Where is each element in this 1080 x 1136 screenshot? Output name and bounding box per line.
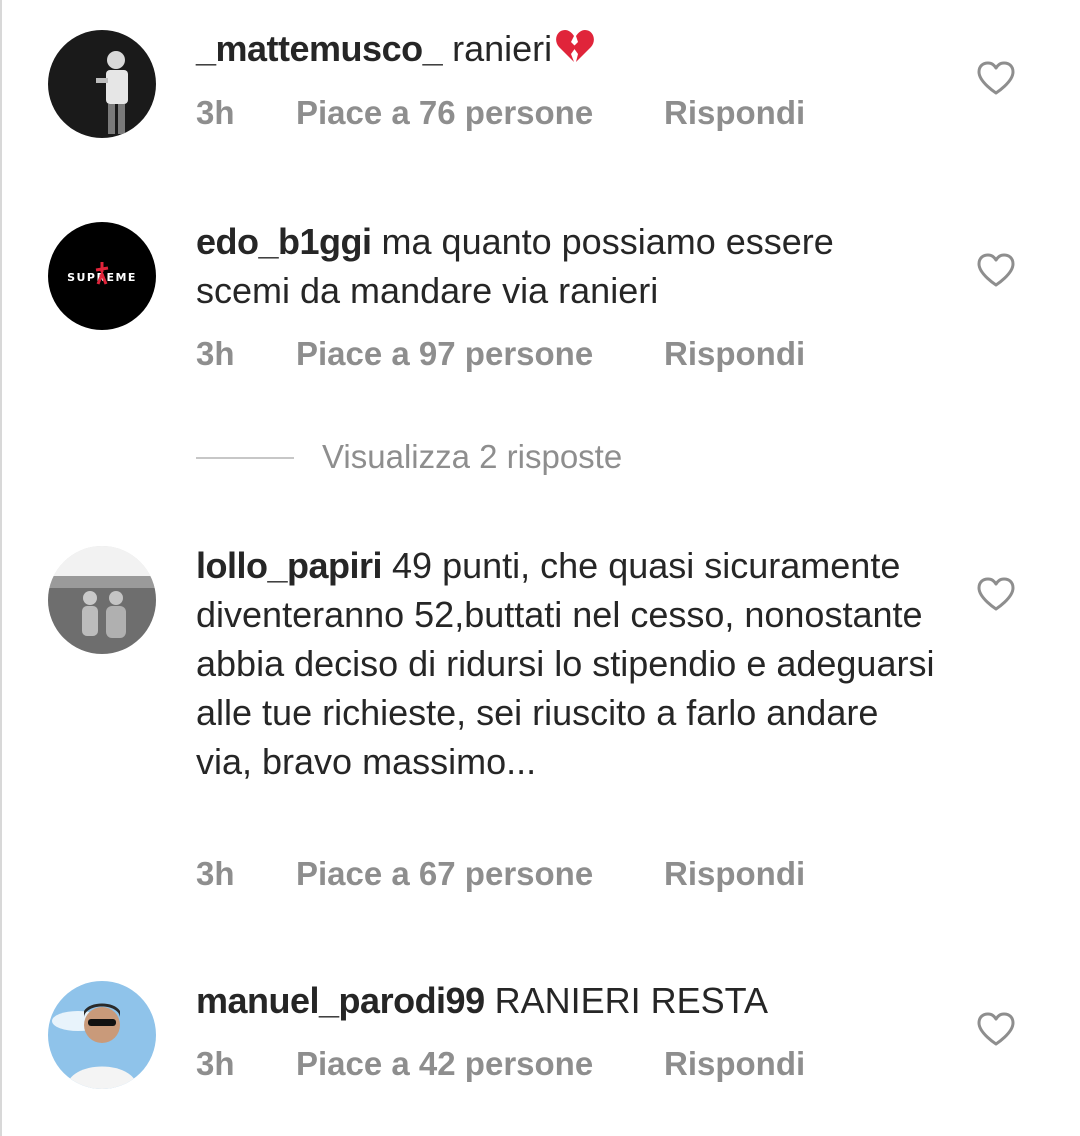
comment-body: lollo_papiri 49 punti, che quasi sicuram…	[196, 541, 936, 786]
comment-likes[interactable]: Piace a 76 persone	[296, 94, 593, 132]
avatar[interactable]	[48, 546, 156, 654]
comment-body: edo_b1ggi ma quanto possiamo essere scem…	[196, 217, 936, 315]
heart-outline-icon[interactable]	[976, 252, 1016, 288]
comment-likes[interactable]: Piace a 97 persone	[296, 335, 593, 373]
heart-outline-icon[interactable]	[976, 576, 1016, 612]
heart-outline-icon[interactable]	[976, 1011, 1016, 1047]
comment-text: RANIERI RESTA	[484, 980, 768, 1021]
comment-time: 3h	[196, 94, 235, 131]
comment-username[interactable]: _mattemusco_	[196, 28, 443, 69]
broken-heart-icon	[554, 27, 595, 79]
comment-likes[interactable]: Piace a 67 persone	[296, 855, 593, 893]
comment-username[interactable]: edo_b1ggi	[196, 221, 372, 262]
comment-time: 3h	[196, 1045, 235, 1082]
reply-button[interactable]: Rispondi	[664, 94, 805, 132]
comment-body: manuel_parodi99 RANIERI RESTA	[196, 976, 936, 1025]
reply-button[interactable]: Rispondi	[664, 855, 805, 893]
avatar[interactable]	[48, 981, 156, 1089]
reply-button[interactable]: Rispondi	[664, 1045, 805, 1083]
view-replies-label[interactable]: Visualizza 2 risposte	[322, 438, 622, 476]
avatar[interactable]	[48, 30, 156, 138]
screen-edge	[0, 0, 2, 1136]
avatar[interactable]: SUPREME	[48, 222, 156, 330]
heart-outline-icon[interactable]	[976, 60, 1016, 96]
comment-username[interactable]: manuel_parodi99	[196, 980, 485, 1021]
reply-button[interactable]: Rispondi	[664, 335, 805, 373]
comment-time: 3h	[196, 855, 235, 892]
comment-time: 3h	[196, 335, 235, 372]
comment-username[interactable]: lollo_papiri	[196, 545, 383, 586]
comment-text: ranieri	[442, 28, 553, 69]
comment-body: _mattemusco_ ranieri	[196, 24, 936, 79]
divider-line	[196, 457, 294, 459]
comment-likes[interactable]: Piace a 42 persone	[296, 1045, 593, 1083]
